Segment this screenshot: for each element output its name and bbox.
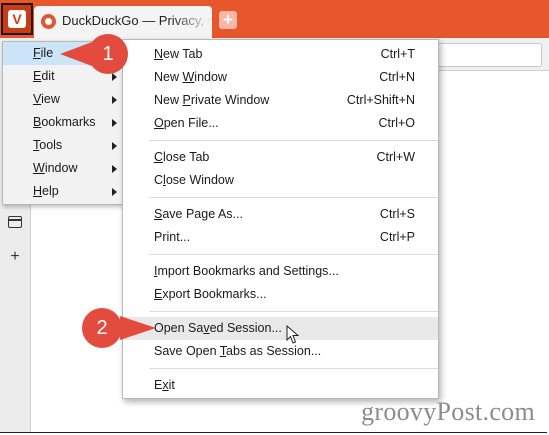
new-tab-item[interactable]: New Tab Ctrl+T bbox=[123, 43, 438, 66]
new-private-window-item[interactable]: New Private Window Ctrl+Shift+N bbox=[123, 89, 438, 112]
chevron-right-icon bbox=[112, 119, 117, 127]
save-open-tabs-item[interactable]: Save Open Tabs as Session... bbox=[123, 340, 438, 363]
menu-item-view-mnemonic: V bbox=[33, 92, 42, 106]
exit-label: Exit bbox=[154, 378, 175, 392]
save-page-as-shortcut: Ctrl+S bbox=[379, 207, 415, 221]
save-page-as-label: Save Page As... bbox=[154, 207, 243, 221]
open-saved-session-item[interactable]: Open Saved Session... bbox=[123, 317, 438, 340]
menu-item-help-mnemonic: H bbox=[33, 184, 43, 198]
callout-2-pointer bbox=[120, 316, 156, 340]
new-tab-label: New Tab bbox=[154, 47, 203, 61]
import-bookmarks-item[interactable]: Import Bookmarks and Settings... bbox=[123, 260, 438, 283]
new-private-window-shortcut: Ctrl+Shift+N bbox=[346, 93, 415, 107]
print-item[interactable]: Print... Ctrl+P bbox=[123, 226, 438, 249]
menu-item-view-label: iew bbox=[41, 92, 60, 106]
close-window-item[interactable]: Close Window bbox=[123, 169, 438, 192]
new-tab-plus-icon: + bbox=[223, 10, 233, 29]
menu-separator bbox=[149, 368, 438, 369]
menu-item-file-mnemonic: F bbox=[33, 46, 41, 60]
chevron-right-icon bbox=[112, 96, 117, 104]
export-bookmarks-label: Export Bookmarks... bbox=[154, 287, 267, 301]
menu-separator bbox=[149, 140, 438, 141]
new-tab-button[interactable]: + bbox=[219, 11, 237, 29]
import-bookmarks-label: Import Bookmarks and Settings... bbox=[154, 264, 339, 278]
add-panel-icon[interactable]: + bbox=[8, 249, 22, 265]
close-tab-item[interactable]: Close Tab Ctrl+W bbox=[123, 146, 438, 169]
menu-separator bbox=[149, 254, 438, 255]
tab-title: DuckDuckGo — Privacy, sin bbox=[62, 13, 212, 28]
window-panel-icon[interactable] bbox=[8, 216, 22, 228]
menu-item-bookmarks-label: ookmarks bbox=[41, 115, 96, 129]
close-window-label: Close Window bbox=[154, 173, 234, 187]
vivaldi-menu-icon: V bbox=[8, 10, 26, 28]
watermark: groovyPost.com bbox=[361, 397, 535, 426]
menu-item-window[interactable]: Window bbox=[3, 157, 122, 180]
chevron-right-icon bbox=[112, 142, 117, 150]
new-window-item[interactable]: New Window Ctrl+N bbox=[123, 66, 438, 89]
export-bookmarks-item[interactable]: Export Bookmarks... bbox=[123, 283, 438, 306]
open-file-label: Open File... bbox=[154, 116, 219, 130]
chevron-right-icon bbox=[112, 188, 117, 196]
open-file-shortcut: Ctrl+O bbox=[378, 116, 415, 130]
callout-2-number: 2 bbox=[96, 317, 108, 339]
exit-item[interactable]: Exit bbox=[123, 374, 438, 397]
menu-item-bookmarks[interactable]: Bookmarks bbox=[3, 111, 122, 134]
mouse-cursor-icon bbox=[286, 325, 300, 344]
menu-item-edit-label: dit bbox=[41, 69, 55, 83]
print-shortcut: Ctrl+P bbox=[379, 230, 415, 244]
open-saved-session-label: Open Saved Session... bbox=[154, 321, 282, 335]
close-tab-shortcut: Ctrl+W bbox=[376, 150, 415, 164]
menu-item-tools-label: ools bbox=[39, 138, 63, 152]
chevron-right-icon bbox=[112, 165, 117, 173]
close-tab-label: Close Tab bbox=[154, 150, 210, 164]
vivaldi-menu-button[interactable]: V bbox=[1, 3, 33, 35]
save-page-as-item[interactable]: Save Page As... Ctrl+S bbox=[123, 203, 438, 226]
file-submenu: New Tab Ctrl+T New Window Ctrl+N New Pri… bbox=[122, 39, 439, 399]
menu-item-help[interactable]: Help bbox=[3, 180, 122, 203]
new-window-label: New Window bbox=[154, 70, 227, 84]
menu-item-tools[interactable]: Tools bbox=[3, 134, 122, 157]
duckduckgo-favicon bbox=[41, 14, 56, 29]
open-file-item[interactable]: Open File... Ctrl+O bbox=[123, 112, 438, 135]
menu-item-file-label: ile bbox=[40, 46, 54, 60]
new-private-window-label: New Private Window bbox=[154, 93, 270, 107]
new-window-shortcut: Ctrl+N bbox=[379, 70, 415, 84]
menu-separator bbox=[149, 311, 438, 312]
menu-item-window-mnemonic: W bbox=[33, 161, 45, 175]
menu-separator bbox=[149, 197, 438, 198]
callout-1-number: 1 bbox=[102, 43, 114, 65]
menu-item-help-label: elp bbox=[42, 184, 59, 198]
menu-item-view[interactable]: View bbox=[3, 88, 122, 111]
menu-item-window-label: indow bbox=[44, 161, 78, 175]
new-tab-shortcut: Ctrl+T bbox=[380, 47, 415, 61]
print-label: Print... bbox=[154, 230, 191, 244]
